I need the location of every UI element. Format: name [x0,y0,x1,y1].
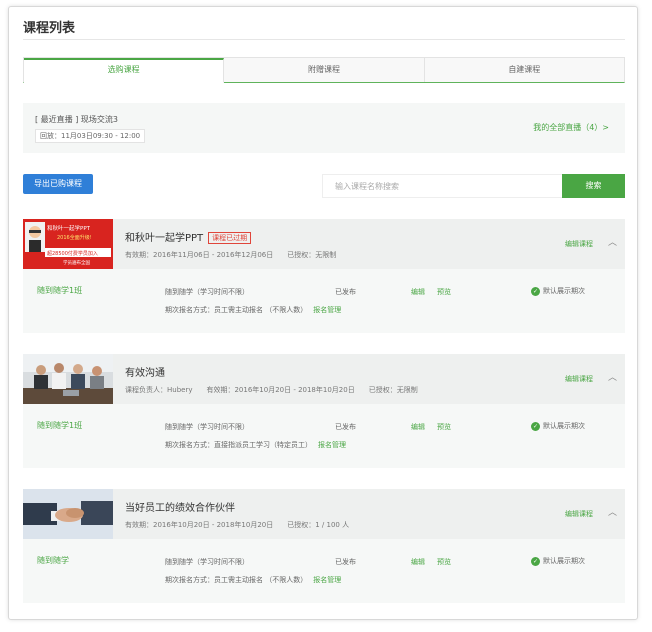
preview-class-link[interactable]: 预览 [437,287,451,297]
expired-badge: 课程已过期 [208,232,252,244]
signup-management-link[interactable]: 报名管理 [313,576,341,584]
class-mode: 随到随学（学习时间不限） [165,558,249,566]
class-status: 已发布 [335,423,356,431]
course-header: 当好员工的绩效合作伙伴 有效期：2016年10月20日 - 2018年10月20… [23,489,625,539]
course-card: 有效沟通 课程负责人：Hubery 有效期：2016年10月20日 - 2018… [23,354,625,468]
edit-class-link[interactable]: 编辑 [411,557,425,567]
class-name-link[interactable]: 随到随学 [37,555,69,566]
signup-method: 期次报名方式：直接指派员工学习（特定员工） [165,441,312,449]
tab-purchased-courses[interactable]: 选购课程 [24,58,225,83]
course-title: 和秋叶一起学PPT [125,233,204,244]
default-display-label: 默认展示期次 [543,287,585,295]
check-circle-icon: ✓ [531,556,540,566]
tab-bonus-courses[interactable]: 附赠课程 [224,58,425,82]
tab-custom-courses[interactable]: 自建课程 [425,58,624,82]
preview-class-link[interactable]: 预览 [437,422,451,432]
all-live-link[interactable]: 我的全部直播（4）> [533,122,609,133]
title-divider [23,39,625,40]
replay-time: 回放：11月03日09:30 - 12:00 [35,129,146,143]
course-card: 和秋叶一起学PPT 2016全面升级! 超28500付费学员加入 学员遍布全国 … [23,219,625,333]
edit-course-button[interactable]: 编辑课程 [565,509,593,519]
course-thumbnail-meeting [23,354,113,404]
course-header: 和秋叶一起学PPT 2016全面升级! 超28500付费学员加入 学员遍布全国 … [23,219,625,269]
recent-live-title: [ 最近直播 ] 现场交流3 [35,115,118,124]
check-circle-icon: ✓ [531,286,540,296]
tab-bar: 选购课程 附赠课程 自建课程 [23,57,625,83]
signup-management-link[interactable]: 报名管理 [313,306,341,314]
edit-class-link[interactable]: 编辑 [411,422,425,432]
chevron-up-icon[interactable]: ︿ [608,370,617,383]
default-display-label: 默认展示期次 [543,557,585,565]
svg-text:学员遍布全国: 学员遍布全国 [63,259,90,266]
default-display-label: 默认展示期次 [543,422,585,430]
course-title: 当好员工的绩效合作伙伴 [125,503,235,514]
class-name-link[interactable]: 随到随学1班 [37,420,82,431]
course-header: 有效沟通 课程负责人：Hubery 有效期：2016年10月20日 - 2018… [23,354,625,404]
page-title: 课程列表 [23,21,76,36]
default-display-toggle[interactable]: ✓ 默认展示期次 [531,421,585,431]
class-name-link[interactable]: 随到随学1班 [37,285,82,296]
course-card: 当好员工的绩效合作伙伴 有效期：2016年10月20日 - 2018年10月20… [23,489,625,603]
signup-method: 期次报名方式：员工需主动报名 （不限人数） [165,576,308,584]
recent-live-panel: [ 最近直播 ] 现场交流3 回放：11月03日09:30 - 12:00 我的… [23,103,625,153]
search-button[interactable]: 搜索 [562,174,625,198]
export-courses-button[interactable]: 导出已购课程 [23,174,93,194]
default-display-toggle[interactable]: ✓ 默认展示期次 [531,286,585,296]
course-meta: 有效期：2016年10月20日 - 2018年10月20日 已授权：1 / 10… [125,521,350,529]
course-meta: 课程负责人：Hubery 有效期：2016年10月20日 - 2018年10月2… [125,386,418,394]
class-status: 已发布 [335,558,356,566]
course-thumbnail-handshake [23,489,113,539]
svg-text:超28500付费学员加入: 超28500付费学员加入 [47,250,98,257]
default-display-toggle[interactable]: ✓ 默认展示期次 [531,556,585,566]
edit-class-link[interactable]: 编辑 [411,287,425,297]
chevron-up-icon[interactable]: ︿ [608,235,617,248]
course-search-input[interactable] [322,174,562,198]
svg-text:2016全面升级!: 2016全面升级! [57,234,92,241]
class-mode: 随到随学（学习时间不限） [165,423,249,431]
class-status: 已发布 [335,288,356,296]
course-list-panel: 课程列表 选购课程 附赠课程 自建课程 [ 最近直播 ] 现场交流3 回放：11… [8,6,638,620]
edit-course-button[interactable]: 编辑课程 [565,239,593,249]
signup-management-link[interactable]: 报名管理 [318,441,346,449]
svg-text:和秋叶一起学PPT: 和秋叶一起学PPT [47,224,91,232]
chevron-up-icon[interactable]: ︿ [608,505,617,518]
course-thumbnail-ppt: 和秋叶一起学PPT 2016全面升级! 超28500付费学员加入 学员遍布全国 [23,219,113,269]
preview-class-link[interactable]: 预览 [437,557,451,567]
class-mode: 随到随学（学习时间不限） [165,288,249,296]
course-title: 有效沟通 [125,368,165,379]
edit-course-button[interactable]: 编辑课程 [565,374,593,384]
check-circle-icon: ✓ [531,421,540,431]
signup-method: 期次报名方式：员工需主动报名 （不限人数） [165,306,308,314]
course-meta: 有效期：2016年11月06日 - 2016年12月06日 已授权：无限制 [125,251,337,259]
